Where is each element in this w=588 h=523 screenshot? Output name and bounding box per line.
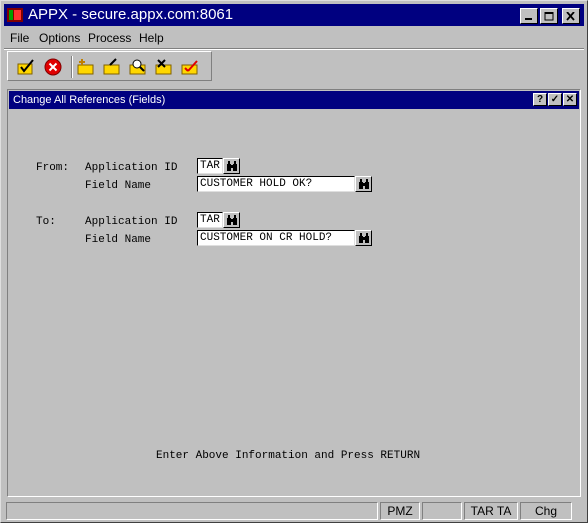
menu-help[interactable]: Help xyxy=(139,31,164,45)
from-field-name-field[interactable]: CUSTOMER HOLD OK? xyxy=(197,176,355,192)
binoculars-icon xyxy=(359,233,369,243)
binoculars-icon xyxy=(227,215,237,225)
to-field-name-field[interactable]: CUSTOMER ON CR HOLD? xyxy=(197,230,355,246)
maximize-icon xyxy=(544,12,554,21)
minimize-icon xyxy=(525,18,532,20)
menu-process[interactable]: Process xyxy=(88,31,131,45)
app-window: APPX - secure.appx.com:8061 File Options… xyxy=(0,0,588,523)
dialog-window: Change All References (Fields) ? ✓ ✕ Fro… xyxy=(7,89,581,497)
binoculars-icon xyxy=(359,179,369,189)
status-panel-message xyxy=(6,502,378,520)
from-label: From: xyxy=(36,162,70,174)
to-app-id-lookup-button[interactable] xyxy=(223,212,240,228)
appx-logo-icon[interactable] xyxy=(7,8,23,22)
dialog-help-button[interactable]: ? xyxy=(533,93,547,106)
status-bar: PMZ TAR TA Chg xyxy=(4,501,584,521)
status-panel-pmz: PMZ xyxy=(380,502,420,520)
cancel-icon[interactable] xyxy=(43,57,63,77)
change-record-icon[interactable] xyxy=(102,57,122,77)
from-app-id-field[interactable]: TAR xyxy=(197,158,223,174)
dialog-title: Change All References (Fields) xyxy=(13,94,166,106)
dialog-ok-button[interactable]: ✓ xyxy=(548,93,562,106)
to-app-id-field[interactable]: TAR xyxy=(197,212,223,228)
minimize-button[interactable] xyxy=(520,8,538,24)
binoculars-icon xyxy=(227,161,237,171)
to-field-name-lookup-button[interactable] xyxy=(355,230,372,246)
menu-separator xyxy=(4,48,584,50)
status-panel-mode: Chg xyxy=(520,502,572,520)
toolbar-separator xyxy=(71,56,73,78)
to-field-name-label: Field Name xyxy=(85,234,152,246)
add-record-icon[interactable] xyxy=(76,57,96,77)
dialog-title-bar[interactable]: Change All References (Fields) ? ✓ ✕ xyxy=(9,91,579,109)
to-label: To: xyxy=(36,216,56,228)
status-panel-app: TAR TA xyxy=(464,502,518,520)
check-folder-icon[interactable] xyxy=(16,57,36,77)
menu-bar: File Options Process Help xyxy=(4,28,584,48)
inquire-record-icon[interactable] xyxy=(128,57,148,77)
to-app-id-label: Application ID xyxy=(85,216,178,228)
toolbar xyxy=(7,51,212,81)
close-icon xyxy=(566,12,575,21)
from-field-name-label: Field Name xyxy=(85,180,152,192)
status-panel-empty xyxy=(422,502,462,520)
instruction-prompt: Enter Above Information and Press RETURN xyxy=(156,450,421,462)
cancel-record-icon[interactable] xyxy=(180,57,200,77)
from-app-id-lookup-button[interactable] xyxy=(223,158,240,174)
from-app-id-label: Application ID xyxy=(85,162,178,174)
close-button[interactable] xyxy=(562,8,580,24)
delete-record-icon[interactable] xyxy=(154,57,174,77)
from-field-name-lookup-button[interactable] xyxy=(355,176,372,192)
dialog-close-button[interactable]: ✕ xyxy=(563,93,577,106)
window-title: APPX - secure.appx.com:8061 xyxy=(28,6,234,23)
menu-options[interactable]: Options xyxy=(39,31,80,45)
menu-file[interactable]: File xyxy=(10,31,29,45)
maximize-button[interactable] xyxy=(540,8,558,24)
title-bar[interactable]: APPX - secure.appx.com:8061 xyxy=(4,4,584,26)
